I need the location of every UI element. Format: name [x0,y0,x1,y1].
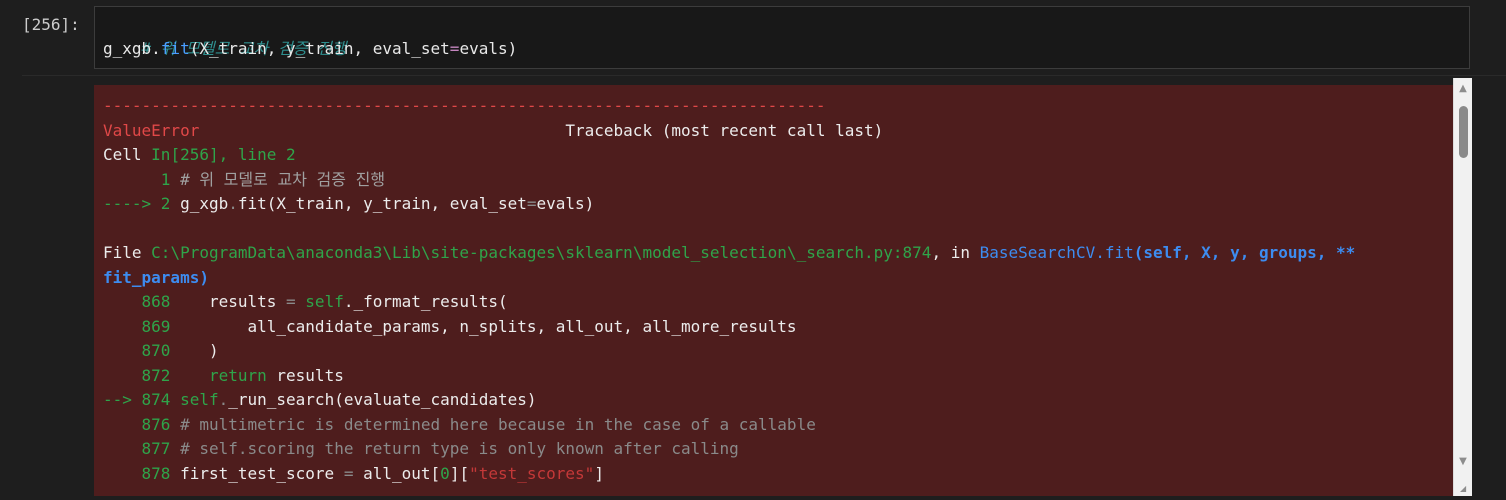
line-text: # 위 모델로 교차 검증 진행 [180,169,386,189]
line-text: ) [180,341,219,360]
line-text: _run_search(evaluate_candidates) [228,390,537,409]
scroll-up-icon[interactable]: ▲ [1457,83,1469,95]
code-d: ._format_results( [343,292,508,311]
code-string: "test_scores" [469,463,595,483]
code-var: g_xgb. [103,39,161,58]
tb-line-868: 868 results = self._format_results( [103,290,1453,315]
line-number: 876 [103,414,181,434]
line-number: 869 [103,316,181,336]
file-signature: (self, X, y, groups, ** [1133,243,1356,262]
code-line-fit: g_xgb.fit(X_train, y_train, eval_set=eva… [103,37,1461,61]
code-b: all_out[ [353,463,441,483]
code-eq: = [449,39,460,58]
scroll-thumb[interactable] [1459,106,1468,158]
tb-line-877: 877 # self.scoring the return type is on… [103,437,1453,462]
arrow-marker: --> 874 [103,390,181,409]
code-line-comment: # 위 모델로 교차 검증 진행 [103,13,1461,58]
header-spacer [199,121,565,140]
tb-line-872: 872 return results [103,364,1453,389]
cell-ref: In[256], line 2 [151,145,296,164]
tb-line-2: ----> 2 g_xgb.fit(X_train, y_train, eval… [103,192,1453,217]
keyword-return: return [180,365,267,385]
tb-line-874: --> 874 self._run_search(evaluate_candid… [103,388,1453,413]
traceback-title: Traceback (most recent call last) [565,120,884,140]
code-index: 0 [440,463,450,483]
file-func: BaseSearchCV.fit [979,243,1134,262]
file-path: C:\ProgramData\anaconda3\Lib\site-packag… [151,243,932,262]
line2-rest: fit(X_train, y_train, eval_set [237,194,527,213]
cell-ref-line: Cell In[256], line 2 [103,143,1453,168]
traceback-header: ValueError Traceback (most recent call l… [103,119,1453,144]
line2-var: g_xgb [180,194,229,213]
file-prefix: File [103,243,152,262]
tb-line-876: 876 # multimetric is determined here bec… [103,413,1453,438]
line-number: 870 [103,341,181,360]
traceback-dashes: ----------------------------------------… [103,96,826,115]
line-number: 1 [103,169,181,189]
code-fn: fit [160,39,190,58]
line2-end: evals) [536,194,595,213]
error-type: ValueError [103,120,200,140]
line-number: 877 [103,439,181,458]
line-text: results [266,365,344,385]
comment-text: # self.scoring the return type is only k… [180,439,739,458]
code-args-b: evals) [459,39,518,58]
file-line: File C:\ProgramData\anaconda3\Lib\site-p… [103,241,1453,266]
comment-text: # multimetric is determined here because… [180,414,816,434]
cell-prefix: Cell [103,145,152,164]
resize-corner-icon[interactable]: ◢ [1460,485,1468,493]
cell-prompt: [256]: [22,15,80,34]
code-d: ] [594,463,604,483]
tb-line-870: 870 ) [103,339,1453,364]
line-number: 868 [103,292,181,311]
line-number: 872 [103,365,181,385]
code-input-cell[interactable]: # 위 모델로 교차 검증 진행 g_xgb.fit(X_train, y_tr… [94,6,1470,69]
traceback-output: ----------------------------------------… [94,85,1453,496]
right-gutter [1472,78,1506,500]
code-a: results [208,292,287,311]
scroll-down-icon[interactable]: ▼ [1457,456,1469,468]
tb-line-878: 878 first_test_score = all_out[0]["test_… [103,462,1453,487]
line-number: 878 [103,463,181,483]
tb-line-869: 869 all_candidate_params, n_splits, all_… [103,315,1453,340]
output-scrollbar[interactable]: ▲ ▼ [1453,78,1472,496]
file-in: , in [931,243,980,262]
line2-eq: = [526,194,537,213]
code-a: first_test_score [180,463,344,483]
code-self: self [180,390,219,409]
code-self: self [305,292,344,311]
code-eq: = [286,292,306,311]
code-c: ][ [449,463,470,483]
line2-dot: . [228,194,238,213]
code-args-a: (X_train, y_train, eval_set [189,39,450,58]
line-text: all_candidate_params, n_splits, all_out,… [180,316,797,336]
code-dot: . [218,390,229,409]
cell-separator [22,75,1506,76]
tb-line-1: 1 # 위 모델로 교차 검증 진행 [103,168,1453,193]
file-signature-cont: fit_params) [103,267,209,287]
arrow-marker: ----> 2 [103,194,181,213]
